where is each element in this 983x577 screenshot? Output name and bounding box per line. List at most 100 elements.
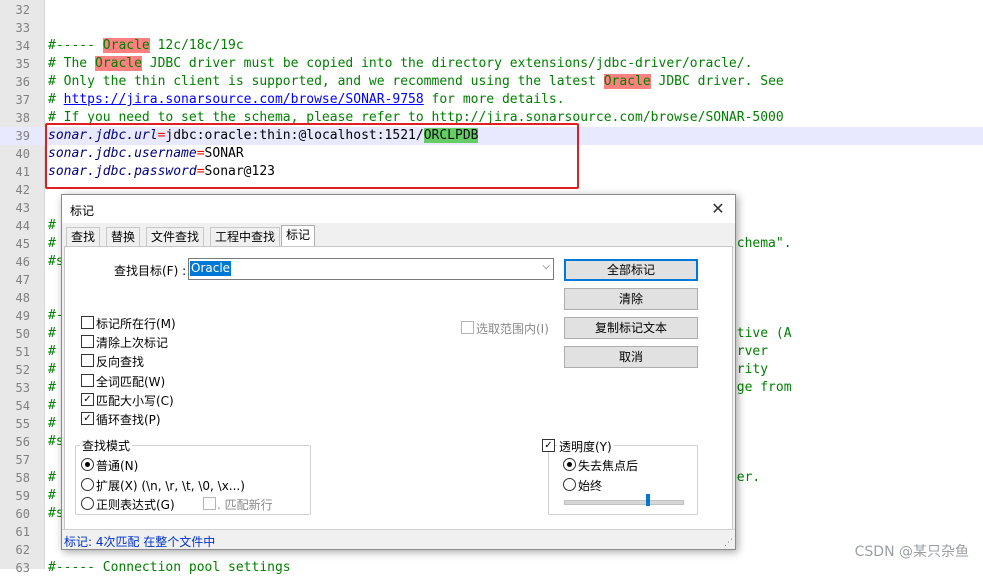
code-token: sonar.jdbc.url	[48, 128, 158, 143]
line-number: 40	[15, 147, 30, 161]
line-number: 34	[15, 39, 30, 53]
find-what-value: Oracle	[190, 261, 232, 276]
line-text: sonar.jdbc.url=jdbc:oracle:thin:@localho…	[48, 127, 479, 145]
code-token: #	[48, 488, 56, 503]
always-label: 始终	[578, 479, 603, 493]
clear-marks-button[interactable]: 清除	[564, 288, 698, 310]
line-text: sonar.jdbc.username=SONAR	[48, 145, 244, 163]
line-number: 36	[15, 75, 30, 89]
code-token: https://jira.sonarsource.com/browse/SONA…	[63, 92, 424, 107]
tab-find[interactable]: 查找	[66, 227, 101, 246]
line-number: 61	[15, 525, 30, 539]
line-text: # Only the thin client is supported, and…	[48, 73, 784, 91]
code-token: sonar.jdbc.username	[48, 146, 197, 161]
transparency-slider[interactable]	[564, 500, 684, 505]
code-token: JDBC driver. See	[650, 74, 784, 89]
bookmark-line-checkbox[interactable]	[81, 316, 94, 329]
bookmark-line-label: 标记所在行(M)	[96, 317, 176, 331]
dot-newline-checkbox[interactable]	[203, 497, 216, 510]
line-text: sonar.jdbc.password=Sonar@123	[48, 163, 275, 181]
code-token: #	[48, 470, 56, 485]
line-text: # The Oracle JDBC driver must be copied …	[48, 55, 752, 73]
code-token: #	[48, 416, 56, 431]
status-bar: 标记: 4次匹配 在整个文件中 ⋰	[62, 529, 735, 550]
whole-word-label: 全词匹配(W)	[96, 375, 166, 389]
transparency-slider-thumb[interactable]	[646, 494, 650, 506]
line-text: #	[48, 217, 56, 235]
code-token: jdbc:oracle:thin:@localhost:1521/	[165, 128, 424, 143]
line-number: 51	[15, 345, 30, 359]
line-number: 63	[15, 561, 30, 575]
wrap-around-checkbox[interactable]: ✓	[81, 412, 94, 425]
line-number: 57	[15, 453, 30, 467]
code-line[interactable]: 35 # The Oracle JDBC driver must be copie…	[0, 55, 983, 73]
line-number: 52	[15, 363, 30, 377]
on-lose-focus-radio[interactable]	[563, 458, 576, 471]
code-token: #	[48, 398, 56, 413]
mode-normal-radio[interactable]	[81, 458, 94, 471]
line-number: 56	[15, 435, 30, 449]
close-icon[interactable]: ✕	[707, 198, 729, 220]
code-line[interactable]: 36 # Only the thin client is supported, a…	[0, 73, 983, 91]
code-token: JDBC driver must be copied into the dire…	[141, 56, 753, 71]
purge-previous-checkbox[interactable]	[81, 335, 94, 348]
tab-find-in-projects[interactable]: 工程中查找	[210, 227, 281, 246]
mode-extended-radio[interactable]	[81, 478, 94, 491]
whole-word-checkbox[interactable]	[81, 374, 94, 387]
tab-find-in-files[interactable]: 文件查找	[146, 227, 205, 246]
code-line[interactable]: 40 sonar.jdbc.username=SONAR	[0, 145, 983, 163]
backward-checkbox[interactable]	[81, 354, 94, 367]
transparency-label: 透明度(Y)	[557, 438, 614, 455]
match-case-checkbox[interactable]: ✓	[81, 393, 94, 406]
line-number: 46	[15, 255, 30, 269]
code-token: # If you need to set the schema, please …	[48, 110, 784, 125]
line-number: 53	[15, 381, 30, 395]
code-token: sonar.jdbc.password	[48, 164, 197, 179]
code-line[interactable]: 37 # https://jira.sonarsource.com/browse/…	[0, 91, 983, 109]
code-line[interactable]: 41 sonar.jdbc.password=Sonar@123	[0, 163, 983, 181]
tab-replace[interactable]: 替换	[106, 227, 141, 246]
code-line[interactable]: 34 #----- Oracle 12c/18c/19c	[0, 37, 983, 55]
tab-mark[interactable]: 标记	[281, 225, 316, 247]
line-number: 45	[15, 237, 30, 251]
chevron-down-icon[interactable]: ⌵	[542, 261, 550, 272]
code-token: SONAR	[204, 146, 244, 161]
dialog-title: 标记	[70, 204, 95, 218]
cancel-button[interactable]: 取消	[564, 346, 698, 368]
find-what-label: 查找目标(F) :	[114, 264, 187, 278]
line-number: 32	[15, 3, 30, 17]
code-line[interactable]: 32	[0, 1, 983, 19]
purge-previous-label: 清除上次标记	[96, 336, 169, 350]
code-token: =	[196, 146, 205, 161]
dialog-titlebar[interactable]: 标记 ✕	[62, 195, 735, 223]
line-text: #	[48, 487, 56, 505]
code-token: #	[48, 344, 56, 359]
find-what-combobox[interactable]: Oracle ⌵	[188, 258, 554, 280]
transparency-checkbox[interactable]: ✓	[542, 439, 555, 452]
line-number: 44	[15, 219, 30, 233]
always-radio[interactable]	[563, 478, 576, 491]
in-selection-label: 选取范围内(I)	[476, 322, 549, 336]
mode-normal-label: 普通(N)	[96, 459, 139, 473]
code-line[interactable]: 38 # If you need to set the schema, pleas…	[0, 109, 983, 127]
mode-regex-radio[interactable]	[81, 497, 94, 510]
code-line[interactable]: 39 sonar.jdbc.url=jdbc:oracle:thin:@local…	[0, 127, 983, 145]
match-case-label: 匹配大小写(C)	[96, 394, 174, 408]
code-token: Oracle	[603, 74, 651, 89]
code-line[interactable]: 33	[0, 19, 983, 37]
code-token: 12c/18c/19c	[149, 38, 244, 53]
mark-all-button[interactable]: 全部标记	[564, 259, 698, 281]
code-line[interactable]: 63 #----- Connection pool settings	[0, 559, 983, 577]
line-text: #----- Oracle 12c/18c/19c	[48, 37, 244, 55]
copy-marked-text-button[interactable]: 复制标记文本	[564, 317, 698, 339]
code-token: #	[48, 236, 56, 251]
line-number: 59	[15, 489, 30, 503]
mark-dialog: 标记 ✕ 查找 替换 文件查找 工程中查找 标记 查找目标(F) : Oracl…	[61, 194, 736, 550]
on-lose-focus-label: 失去焦点后	[578, 459, 639, 473]
in-selection-checkbox[interactable]	[461, 321, 474, 334]
resize-grip-icon[interactable]: ⋰	[724, 538, 733, 548]
search-mode-title: 查找模式	[80, 437, 133, 454]
code-token: # Only the thin client is supported, and…	[48, 74, 604, 89]
code-token: # The	[48, 56, 95, 71]
code-token: #	[48, 326, 56, 341]
